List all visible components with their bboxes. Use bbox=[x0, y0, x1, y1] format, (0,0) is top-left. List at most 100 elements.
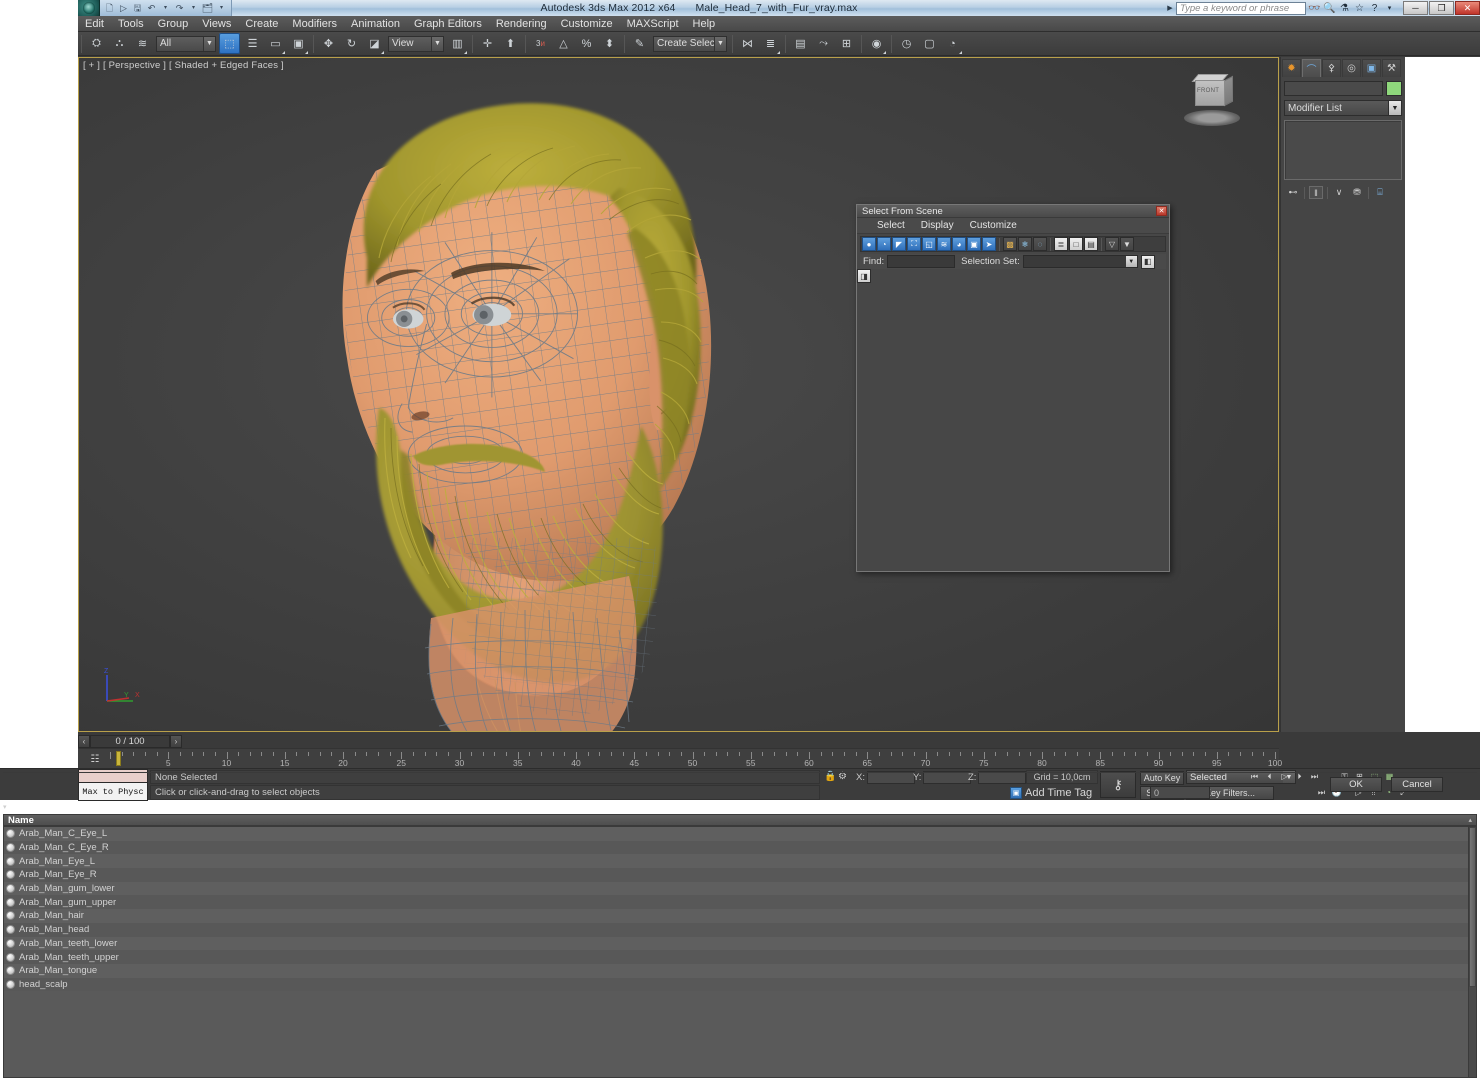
modify-tab[interactable]: ⌒ bbox=[1302, 59, 1321, 77]
menu-item-help[interactable]: Help bbox=[686, 16, 723, 32]
chevron-down-icon[interactable]: ▼ bbox=[1126, 256, 1137, 267]
dialog-close-button[interactable]: ✕ bbox=[1156, 206, 1167, 216]
layer-manager-button[interactable]: ▤ bbox=[790, 33, 811, 54]
keyboard-shortcut-override-button[interactable]: ⬆ bbox=[500, 33, 521, 54]
favorites-star-icon[interactable]: ☆ bbox=[1353, 2, 1366, 15]
more-options-icon[interactable]: ▾ bbox=[3, 804, 7, 811]
render-setup-button[interactable]: ◷ bbox=[896, 33, 917, 54]
modifier-list-dropdown[interactable]: Modifier List ▼ bbox=[1284, 100, 1402, 116]
dialog-menu-customize[interactable]: Customize bbox=[962, 218, 1025, 234]
dialog-list-header[interactable]: Name ▴ bbox=[3, 814, 1477, 826]
utilities-tab[interactable]: ⚒ bbox=[1382, 59, 1401, 77]
menu-item-views[interactable]: Views bbox=[195, 16, 238, 32]
mirror-button[interactable]: ⋈ bbox=[737, 33, 758, 54]
menu-item-tools[interactable]: Tools bbox=[111, 16, 151, 32]
collapse-all-icon[interactable]: □ bbox=[1069, 237, 1083, 251]
menu-item-group[interactable]: Group bbox=[151, 16, 196, 32]
percent-snap-toggle-button[interactable]: % bbox=[576, 33, 597, 54]
spinner-snap-toggle-button[interactable]: ⬍ bbox=[599, 33, 620, 54]
expand-all-icon[interactable]: ≣ bbox=[1054, 237, 1068, 251]
motion-tab[interactable]: ◎ bbox=[1342, 59, 1361, 77]
application-button[interactable] bbox=[78, 0, 100, 16]
display-frozen-icon[interactable]: ❄ bbox=[1018, 237, 1032, 251]
new-icon[interactable]: 🗋 bbox=[103, 2, 116, 15]
align-button[interactable]: ≣ bbox=[760, 33, 781, 54]
select-by-name-button[interactable]: ☰ bbox=[242, 33, 263, 54]
configure-modifier-sets-button[interactable]: ⌸ bbox=[1373, 186, 1387, 199]
chevron-down-icon[interactable]: ▼ bbox=[714, 37, 726, 51]
display-tab[interactable]: ▣ bbox=[1362, 59, 1381, 77]
display-shapes-icon[interactable]: ◔ bbox=[877, 237, 891, 251]
find-input[interactable] bbox=[887, 255, 955, 268]
infocenter-expand-icon[interactable]: ▶ bbox=[1166, 4, 1174, 12]
help-dropdown-icon[interactable]: ▾ bbox=[1383, 2, 1396, 15]
pin-stack-button[interactable]: ⊷ bbox=[1286, 186, 1300, 199]
menu-item-create[interactable]: Create bbox=[238, 16, 285, 32]
list-scrollbar-thumb[interactable] bbox=[1469, 827, 1476, 987]
list-item[interactable]: Arab_Man_C_Eye_R bbox=[4, 841, 1476, 855]
select-from-scene-dialog[interactable]: Select From Scene ✕ Select Display Custo… bbox=[856, 204, 1170, 572]
list-scrollbar[interactable] bbox=[1468, 827, 1476, 1077]
display-lights-icon[interactable]: ◤ bbox=[892, 237, 906, 251]
frame-display[interactable]: 0 / 100 bbox=[90, 735, 170, 748]
close-button[interactable]: ✕ bbox=[1455, 1, 1480, 15]
select-and-scale-button[interactable]: ◪ bbox=[364, 33, 385, 54]
menu-item-rendering[interactable]: Rendering bbox=[489, 16, 554, 32]
object-name-field[interactable] bbox=[1284, 81, 1383, 96]
list-item[interactable]: head_scalp bbox=[4, 978, 1476, 992]
selection-filter-dropdown[interactable]: All ▼ bbox=[156, 36, 216, 52]
select-and-move-button[interactable]: ✥ bbox=[318, 33, 339, 54]
save-icon[interactable]: 🖫 bbox=[131, 2, 144, 15]
menu-item-animation[interactable]: Animation bbox=[344, 16, 407, 32]
snaps-toggle-button[interactable]: 3ᴎ bbox=[530, 33, 551, 54]
select-and-link-button[interactable]: ⛭ bbox=[86, 33, 107, 54]
redo-icon[interactable]: ↷ bbox=[173, 2, 186, 15]
selection-set-dropdown[interactable]: ▼ bbox=[1023, 255, 1138, 268]
object-color-swatch[interactable] bbox=[1386, 81, 1402, 96]
display-groups-icon[interactable]: ◕ bbox=[952, 237, 966, 251]
list-item[interactable]: Arab_Man_tongue bbox=[4, 964, 1476, 978]
use-center-flyout-button[interactable]: ▥ bbox=[447, 33, 468, 54]
chevron-down-icon[interactable]: ▼ bbox=[203, 37, 215, 51]
list-item[interactable]: Arab_Man_gum_upper bbox=[4, 895, 1476, 909]
set-project-folder-icon[interactable]: 🗂 bbox=[201, 2, 214, 15]
chevron-down-icon[interactable]: ▼ bbox=[431, 37, 443, 51]
reference-coordinate-dropdown[interactable]: View ▼ bbox=[388, 36, 444, 52]
graph-editors-button[interactable]: ⤳ bbox=[813, 33, 834, 54]
select-and-rotate-button[interactable]: ↻ bbox=[341, 33, 362, 54]
view-cube[interactable]: FRONT bbox=[1181, 76, 1243, 128]
select-and-manipulate-button[interactable]: ✛ bbox=[477, 33, 498, 54]
menu-item-modifiers[interactable]: Modifiers bbox=[285, 16, 344, 32]
menu-item-graph-editors[interactable]: Graph Editors bbox=[407, 16, 489, 32]
dialog-title-bar[interactable]: Select From Scene ✕ bbox=[857, 205, 1169, 218]
schematic-view-button[interactable]: ⊞ bbox=[836, 33, 857, 54]
display-containers-icon[interactable]: ▩ bbox=[1003, 237, 1017, 251]
sort-ascending-icon[interactable]: ▴ bbox=[1468, 816, 1476, 824]
display-space-warps-icon[interactable]: ≋ bbox=[937, 237, 951, 251]
ok-button[interactable]: OK bbox=[1330, 777, 1382, 792]
clear-filter-icon[interactable]: ▼ bbox=[1120, 237, 1134, 251]
list-item[interactable]: Arab_Man_Eye_R bbox=[4, 868, 1476, 882]
modifier-stack-list[interactable] bbox=[1284, 120, 1402, 180]
display-geometry-icon[interactable]: ● bbox=[862, 237, 876, 251]
menu-item-maxscript[interactable]: MAXScript bbox=[620, 16, 686, 32]
maximize-button[interactable]: ❐ bbox=[1429, 1, 1454, 15]
open-icon[interactable]: ▷ bbox=[117, 2, 130, 15]
minimize-button[interactable]: ─ bbox=[1403, 1, 1428, 15]
help-icon[interactable]: ? bbox=[1368, 2, 1381, 15]
edit-named-selection-sets-button[interactable]: ✎ bbox=[629, 33, 650, 54]
track-bar[interactable]: ☷ 51015202530354045505560657075808590951… bbox=[78, 748, 1279, 768]
filter-icon[interactable]: ▽ bbox=[1105, 237, 1119, 251]
scene-object-list[interactable]: Arab_Man_C_Eye_LArab_Man_C_Eye_R Arab_Man… bbox=[3, 826, 1477, 1078]
chevron-down-icon[interactable]: ▼ bbox=[1388, 101, 1401, 115]
menu-item-edit[interactable]: Edit bbox=[78, 16, 111, 32]
remove-modifier-button[interactable]: ⛃ bbox=[1350, 186, 1364, 199]
previous-frame-spinner[interactable]: ‹ bbox=[78, 735, 90, 748]
list-item[interactable]: Arab_Man_C_Eye_L bbox=[4, 827, 1476, 841]
dialog-menu-select[interactable]: Select bbox=[869, 218, 913, 234]
list-item[interactable]: Arab_Man_teeth_lower bbox=[4, 937, 1476, 951]
magnifier-icon[interactable]: 🔍 bbox=[1323, 2, 1336, 15]
make-unique-button[interactable]: ∨ bbox=[1332, 186, 1346, 199]
rendered-frame-window-button[interactable]: ▢ bbox=[919, 33, 940, 54]
dialog-menu-display[interactable]: Display bbox=[913, 218, 962, 234]
